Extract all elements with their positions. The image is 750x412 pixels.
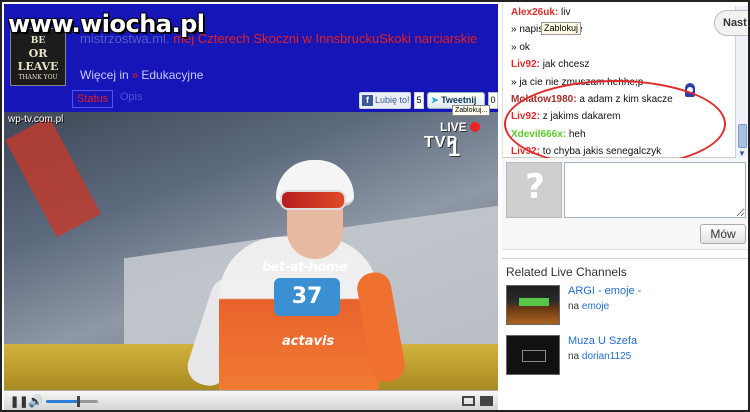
chat-username[interactable]: Liv92:	[511, 146, 540, 157]
chat-username[interactable]: Liv92:	[511, 111, 540, 122]
chat-username[interactable]: Xdevil666x:	[511, 129, 566, 140]
owner-link[interactable]: emoje	[582, 301, 609, 312]
related-channels: Related Live Channels ARGI - emoje - na …	[502, 258, 748, 410]
chat-tooltip: Zablokuj	[541, 22, 582, 35]
video-controls: ❚❚ 🔊	[4, 390, 498, 410]
live-label: LIVE	[440, 120, 467, 134]
owner-link[interactable]: dorian1125	[582, 351, 631, 362]
tab-status[interactable]: Status	[72, 90, 114, 108]
chat-username[interactable]: Liv92:	[511, 59, 540, 70]
poster-line3: THANK YOU	[18, 74, 58, 81]
site-watermark: www.wiocha.pl	[8, 10, 205, 38]
chat-message: Liv92: z jakims dakarem	[511, 108, 733, 125]
twitter-bird-icon: ➤	[431, 95, 439, 105]
window-frame: BE OR LEAVE THANK YOU mistrzostwa.ml. me…	[0, 0, 750, 412]
fullscreen-button[interactable]	[462, 396, 475, 406]
related-channel-owner: na dorian1125	[568, 351, 631, 362]
related-channel-owner: na emoje	[568, 301, 609, 312]
volume-slider[interactable]	[46, 396, 98, 407]
live-indicator: LIVE	[440, 120, 480, 134]
tvp-channel-number: 1	[448, 136, 461, 161]
bib-sponsor-logo: bet-at-home	[262, 260, 348, 275]
widescreen-button[interactable]	[480, 396, 493, 406]
block-tooltip: Zablokuj...	[452, 105, 491, 116]
avatar: ?	[506, 162, 562, 218]
owner-prefix: na	[568, 301, 580, 312]
breadcrumb-separator: »	[131, 68, 139, 82]
video-player[interactable]: bet-at-home 37 actavis wp-tv.com.pl LIVE…	[4, 112, 498, 390]
channel-title-text: mej Czterech Skoczni w InnsbruckuSkoki n…	[173, 31, 478, 46]
video-source-label: wp-tv.com.pl	[8, 114, 64, 125]
chat-message: Molatow1980: a adam z kim skacze	[511, 91, 733, 108]
scroll-down-icon[interactable]: ▼	[738, 150, 747, 158]
related-title: Related Live Channels	[506, 265, 627, 279]
volume-knob[interactable]	[77, 396, 81, 407]
breadcrumb: Więcej in» Edukacyjne	[80, 68, 203, 82]
chat-message-text: jak chcesz	[542, 59, 590, 71]
jumper-goggles	[280, 190, 346, 210]
thumbnail-graphic	[522, 350, 546, 362]
poster-line2: OR LEAVE	[17, 47, 59, 73]
facebook-like-count: 5	[414, 92, 424, 109]
chat-message: » ok	[511, 39, 733, 56]
related-item[interactable]: Muza U Szefa na dorian1125	[506, 335, 746, 379]
facebook-like-label: Lubię to!	[375, 95, 410, 105]
send-button[interactable]: Mów	[700, 224, 746, 244]
bib-sponsor-logo-2: actavis	[282, 334, 335, 349]
related-item[interactable]: ARGI - emoje - na emoje	[506, 285, 746, 329]
bib-number: 37	[274, 278, 340, 316]
chat-message-text: heh	[568, 128, 586, 140]
facebook-icon: f	[362, 95, 373, 107]
tweet-label: Tweetnij	[441, 95, 477, 105]
facebook-like-button[interactable]: f Lubię to!	[359, 92, 411, 109]
unknown-user-icon: ?	[525, 167, 545, 207]
chat-message-text: » ok	[511, 41, 530, 53]
chat-message: » ja cie nie zmuszam hehhe;p	[511, 74, 733, 91]
chat-message-text: a adam z kim skacze	[579, 94, 673, 106]
volume-icon[interactable]: 🔊	[28, 394, 43, 408]
chat-message: Alex26uk: liv	[511, 4, 733, 21]
thumbnail-graphic	[519, 298, 549, 306]
live-dot-icon	[469, 122, 480, 132]
tab-opis[interactable]: Opis	[120, 91, 143, 103]
scroll-thumb[interactable]	[738, 124, 747, 148]
chat-message-text: z jakims dakarem	[542, 111, 621, 123]
related-channel-name[interactable]: Muza U Szefa	[568, 335, 637, 347]
chat-message: Xdevil666x: heh	[511, 126, 733, 143]
chat-message-text: liv	[561, 7, 571, 18]
chat-username[interactable]: Alex26uk:	[511, 7, 558, 18]
next-button[interactable]: Nast	[714, 10, 748, 36]
chat-message-input[interactable]	[564, 162, 746, 218]
more-in-link[interactable]: Więcej in	[80, 68, 129, 82]
chat-input-area: ? Mów	[502, 158, 748, 250]
volume-fill	[46, 400, 79, 403]
related-thumbnail[interactable]	[506, 285, 560, 325]
category-link[interactable]: Edukacyjne	[141, 68, 203, 82]
chat-emoticon-icon	[684, 82, 696, 98]
chat-message-text: » ja cie nie zmuszam hehhe;p	[511, 76, 644, 88]
chat-message: Liv92: jak chcesz	[511, 56, 733, 73]
chat-message-text: to chyba jakis senegalczyk	[542, 146, 662, 158]
owner-prefix: na	[568, 351, 580, 362]
related-thumbnail[interactable]	[506, 335, 560, 375]
chat-panel: Alex26uk: liv» napisz ci prive» okLiv92:…	[502, 4, 748, 160]
pause-button[interactable]: ❚❚	[10, 395, 28, 408]
chat-username[interactable]: Molatow1980:	[511, 94, 577, 105]
related-channel-name[interactable]: ARGI - emoje -	[568, 285, 641, 297]
